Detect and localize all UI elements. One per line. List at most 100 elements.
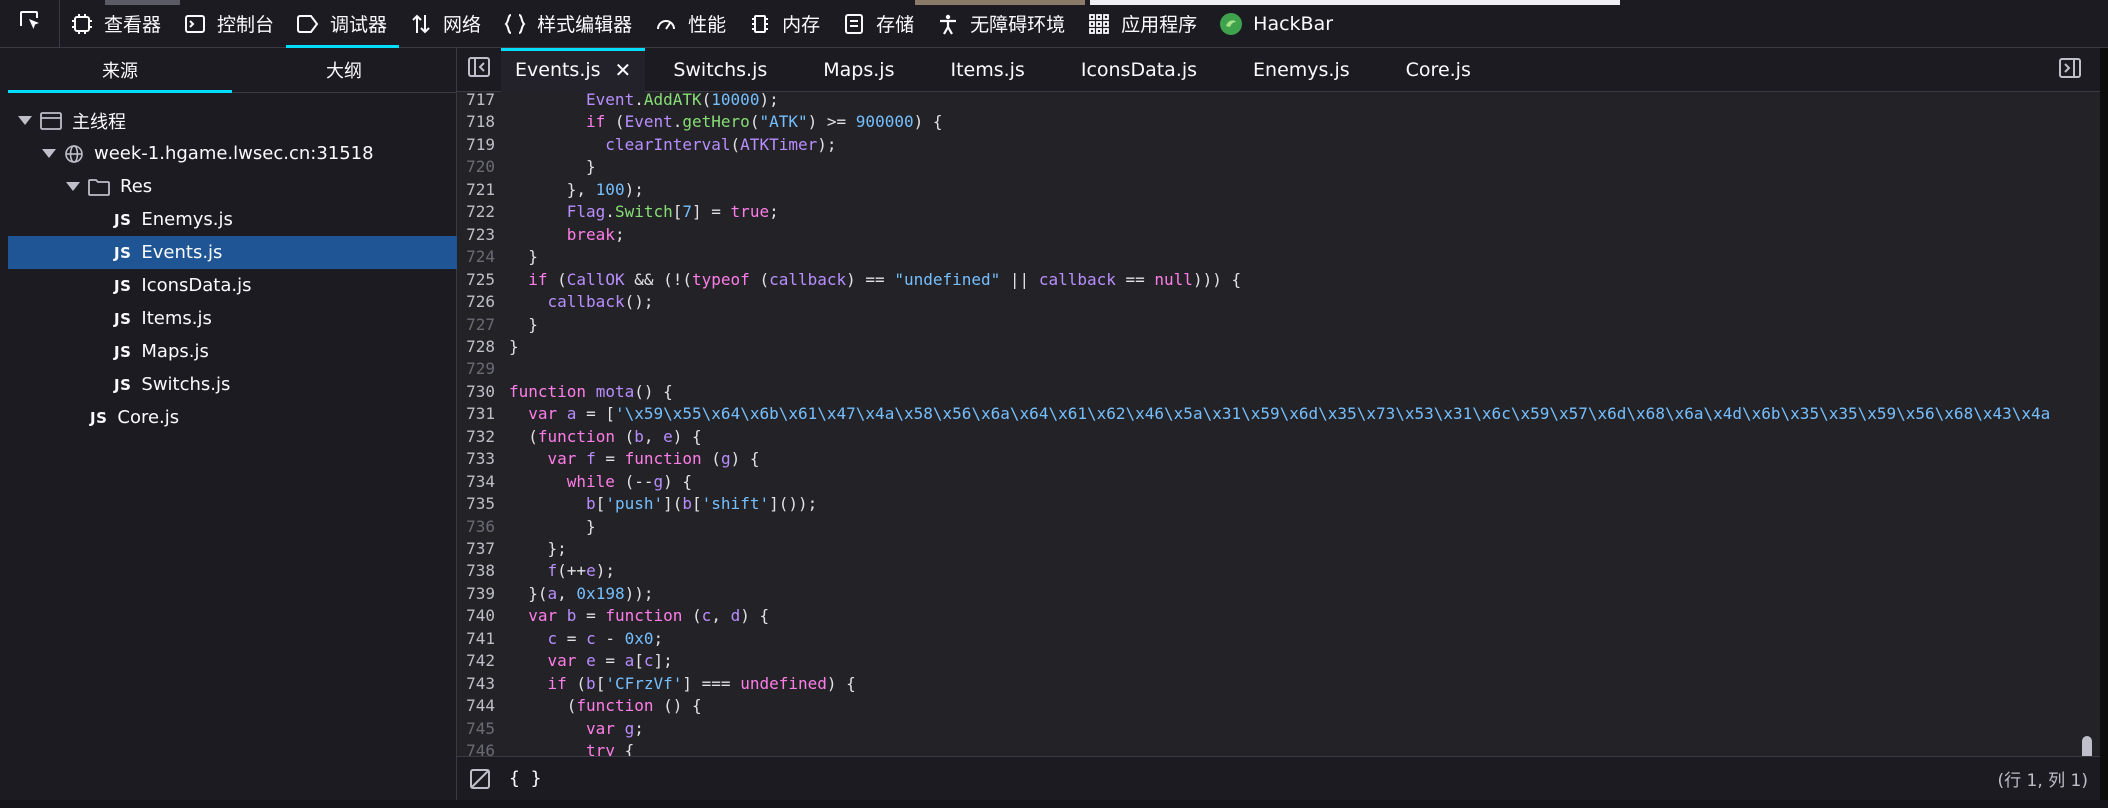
line-number[interactable]: 735 (457, 493, 495, 516)
tool-tab-label: 样式编辑器 (537, 14, 633, 36)
line-number[interactable]: 718 (457, 111, 495, 134)
editor-tab-label: Enemys.js (1253, 58, 1350, 81)
pretty-print-button[interactable]: { } (509, 768, 542, 789)
line-number[interactable]: 737 (457, 538, 495, 561)
line-number[interactable]: 717 (457, 92, 495, 112)
code-line: 742 var e = a[c]; (457, 650, 2100, 673)
tree-folder-res[interactable]: Res (8, 170, 457, 203)
code-token: ( (730, 134, 741, 154)
tab-sources[interactable]: 来源 (8, 48, 232, 93)
tree-domain[interactable]: week-1.hgame.lwsec.cn:31518 (8, 137, 457, 170)
tree-thread[interactable]: 主线程 (8, 104, 457, 137)
tool-tab-application[interactable]: 应用程序 (1077, 0, 1209, 48)
tree-file[interactable]: JS IconsData.js (8, 269, 457, 302)
line-number[interactable]: 734 (457, 471, 495, 494)
line-number[interactable]: 732 (457, 426, 495, 449)
toggle-sources-button[interactable] (457, 48, 501, 92)
line-number[interactable]: 739 (457, 583, 495, 606)
toggle-breakpoints-button[interactable] (2048, 48, 2092, 92)
tab-outline[interactable]: 大纲 (232, 48, 456, 92)
editor-tab[interactable]: Switchs.js (645, 48, 795, 92)
line-number[interactable]: 726 (457, 291, 495, 314)
code-token: callback (547, 292, 625, 312)
code-token: Event (586, 92, 635, 109)
line-number[interactable]: 733 (457, 448, 495, 471)
line-number[interactable]: 738 (457, 560, 495, 583)
tool-tab-hackbar[interactable]: HackBar (1209, 0, 1345, 48)
line-number[interactable]: 730 (457, 381, 495, 404)
line-number[interactable]: 741 (457, 628, 495, 651)
code-token: ) { (826, 673, 856, 693)
editor-tab[interactable]: Items.js (922, 48, 1052, 92)
line-number[interactable]: 742 (457, 650, 495, 673)
code-token: g (653, 471, 664, 491)
close-tab-icon[interactable]: ✕ (615, 58, 632, 82)
line-number[interactable]: 723 (457, 224, 495, 247)
tool-tab-memory[interactable]: 内存 (738, 0, 832, 48)
tree-file[interactable]: JS Items.js (8, 302, 457, 335)
line-number[interactable]: 731 (457, 403, 495, 426)
expand-arrow-icon[interactable] (42, 149, 56, 158)
code-token: d (730, 606, 741, 626)
tool-tab-inspector[interactable]: 查看器 (60, 0, 173, 48)
editor-tab[interactable]: Events.js ✕ (501, 47, 646, 92)
line-number[interactable]: 725 (457, 269, 495, 292)
expand-arrow-icon[interactable] (66, 182, 80, 191)
line-number[interactable]: 743 (457, 673, 495, 696)
line-number[interactable]: 736 (457, 516, 495, 539)
memory-icon (748, 12, 772, 36)
line-number[interactable]: 745 (457, 718, 495, 741)
accessibility-icon (936, 12, 960, 36)
editor-tab[interactable]: Maps.js (795, 48, 922, 92)
tool-tab-accessibility[interactable]: 无障碍环境 (926, 0, 1077, 48)
code-token: ( (749, 112, 760, 132)
tool-tab-storage[interactable]: 存储 (832, 0, 926, 48)
line-number[interactable]: 744 (457, 695, 495, 718)
line-number[interactable]: 719 (457, 134, 495, 157)
code-token: c (586, 628, 596, 648)
code-line: 741 c = c - 0x0; (457, 628, 2100, 651)
tool-tab-console[interactable]: 控制台 (173, 0, 286, 48)
editor-tab[interactable]: Core.js (1378, 48, 1499, 92)
code-token: { (614, 741, 635, 756)
code-text: b['push'](b['shift']()); (586, 493, 817, 516)
tree-file[interactable]: JS Switchs.js (8, 368, 457, 401)
code-token: , (711, 606, 731, 626)
code-text: } (586, 156, 596, 179)
tree-file[interactable]: JS Core.js (8, 401, 457, 434)
line-number[interactable]: 729 (457, 358, 495, 381)
line-number[interactable]: 740 (457, 605, 495, 628)
code-line: 722 Flag.Switch[7] = true; (457, 201, 2100, 224)
tool-tab-network[interactable]: 网络 (399, 0, 493, 48)
line-number[interactable]: 720 (457, 156, 495, 179)
line-number[interactable]: 721 (457, 179, 495, 202)
code-viewer[interactable]: 717 Event.AddATK(10000); 718 if (Event.getH… (457, 92, 2100, 756)
tool-tab-debugger[interactable]: 调试器 (286, 0, 400, 48)
code-token: Event (624, 112, 673, 132)
line-number[interactable]: 724 (457, 246, 495, 269)
editor-tab[interactable]: Enemys.js (1225, 48, 1378, 92)
code-token: ATKTimer (740, 134, 818, 154)
tool-tab-performance[interactable]: 性能 (644, 0, 738, 48)
tree-file[interactable]: JS Maps.js (8, 335, 457, 368)
line-number[interactable]: 727 (457, 314, 495, 337)
line-number[interactable]: 728 (457, 336, 495, 359)
tool-tab-style-editor[interactable]: 样式编辑器 (493, 0, 644, 48)
editor-tab[interactable]: IconsData.js (1053, 48, 1225, 92)
code-text: }; (548, 538, 567, 561)
tree-item-label: Events.js (141, 242, 223, 263)
expand-arrow-icon[interactable] (18, 116, 32, 125)
code-token: [ (595, 673, 606, 693)
tree-item-label: 主线程 (72, 111, 126, 133)
ignore-source-icon[interactable] (467, 766, 493, 792)
element-picker-button[interactable] (0, 0, 60, 48)
code-token: || (1000, 269, 1039, 289)
tree-file[interactable]: JS Enemys.js (8, 203, 457, 236)
code-token: ; (769, 202, 779, 222)
line-number[interactable]: 746 (457, 740, 495, 756)
code-token: ]( (663, 494, 683, 514)
tree-file[interactable]: JS Events.js (8, 236, 457, 269)
vertical-scrollbar-thumb[interactable] (2082, 736, 2092, 756)
code-token: 0x0 (624, 628, 654, 648)
line-number[interactable]: 722 (457, 201, 495, 224)
